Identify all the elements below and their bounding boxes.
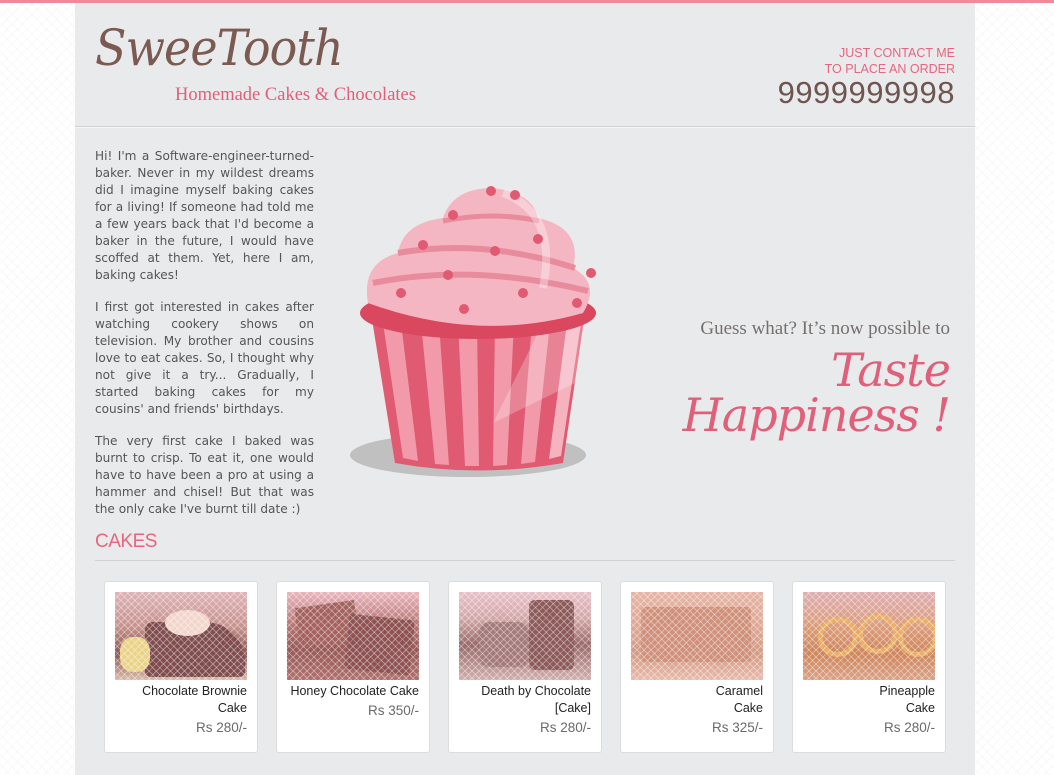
hero-headline-line-2: Happiness !	[682, 388, 951, 442]
contact-phone[interactable]: 9999999998	[778, 77, 955, 109]
cake-name: Chocolate Brownie Cake	[142, 684, 247, 715]
cake-image[interactable]	[803, 592, 935, 680]
cakes-divider	[95, 560, 955, 561]
site-tagline: Homemade Cakes & Chocolates	[175, 85, 416, 105]
cake-image[interactable]	[631, 592, 763, 680]
hero-tagline: Guess what? It’s now possible to	[700, 318, 950, 339]
intro-paragraph-1: Hi! I'm a Software-engineer-turned-baker…	[95, 149, 314, 282]
intro-paragraph-2: I first got interested in cakes after wa…	[95, 300, 314, 416]
cake-price: Rs 350/-	[367, 703, 419, 718]
cake-price: Rs 280/-	[195, 720, 247, 735]
cake-card[interactable]: Honey Chocolate Cake Rs 350/-	[276, 581, 430, 753]
cake-price: Rs 325/-	[711, 720, 763, 735]
hero-headline-line-1: Taste	[831, 343, 951, 397]
cake-image[interactable]	[459, 592, 591, 680]
cake-price: Rs 280/-	[883, 720, 935, 735]
cake-name: Caramel Cake	[715, 684, 763, 715]
cake-name: Honey Chocolate Cake	[290, 684, 419, 698]
site-logo[interactable]: SweeTooth	[95, 19, 344, 77]
cake-price: Rs 280/-	[539, 720, 591, 735]
cupcake-illustration	[350, 186, 596, 477]
cake-name: Death by Chocolate [Cake]	[481, 684, 591, 715]
hero-headline: Taste Happiness !	[682, 343, 951, 442]
cake-card[interactable]: Pineapple Cake Rs 280/-	[792, 581, 946, 753]
cake-card[interactable]: Death by Chocolate [Cake] Rs 280/-	[448, 581, 602, 753]
cake-card[interactable]: Chocolate Brownie Cake Rs 280/-	[104, 581, 258, 753]
site-header: SweeTooth Homemade Cakes & Chocolates JU…	[75, 3, 975, 127]
cake-name: Pineapple Cake	[879, 684, 935, 715]
cake-image[interactable]	[287, 592, 419, 680]
cakes-section-title: CAKES	[95, 531, 157, 552]
intro-text: Hi! I'm a Software-engineer-turned-baker…	[95, 148, 314, 533]
contact-line-1: JUST CONTACT ME	[839, 46, 955, 60]
page-container: SweeTooth Homemade Cakes & Chocolates JU…	[75, 3, 975, 775]
intro-paragraph-3: The very first cake I baked was burnt to…	[95, 434, 314, 516]
cake-image[interactable]	[115, 592, 247, 680]
cake-card[interactable]: Caramel Cake Rs 325/-	[620, 581, 774, 753]
contact-block: JUST CONTACT ME TO PLACE AN ORDER 999999…	[778, 45, 955, 109]
